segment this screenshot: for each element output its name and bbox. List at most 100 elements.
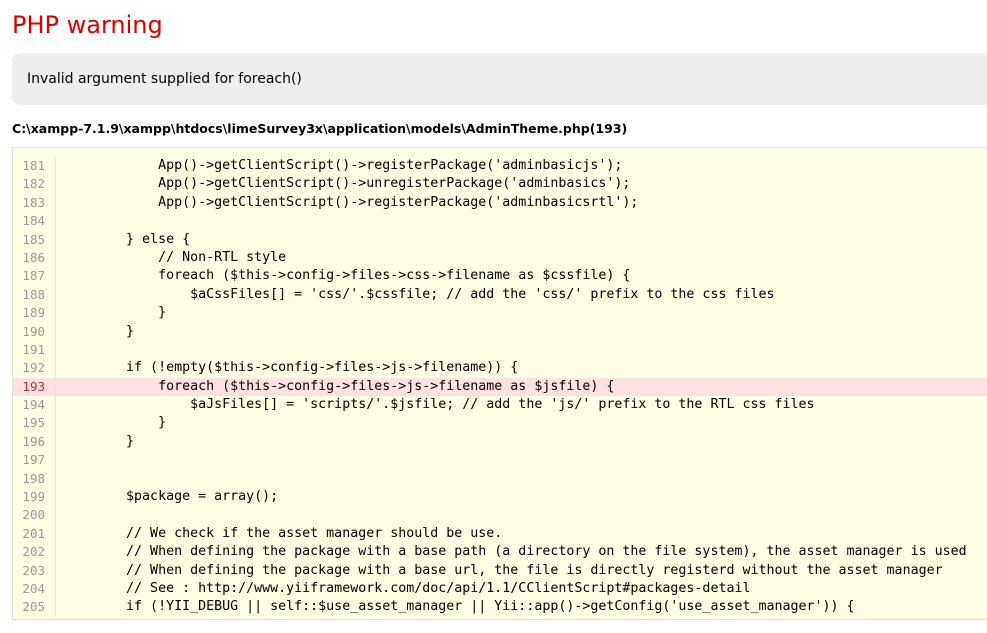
line-number: 201 (22, 525, 45, 541)
line-number: 182 (22, 176, 45, 192)
gutter-separator (55, 561, 56, 580)
line-number: 186 (22, 249, 45, 265)
line-code: $aJsFiles[] = 'scripts/'.$jsfile; // add… (62, 397, 815, 413)
line-code: // Non-RTL style (62, 249, 287, 265)
line-code: } (62, 433, 135, 449)
php-warning-page: PHP warning Invalid argument supplied fo… (0, 0, 987, 633)
line-code: App()->getClientScript()->registerPackag… (62, 194, 639, 210)
code-line: 199 $package = array(); (13, 488, 987, 507)
line-number: 196 (22, 433, 45, 449)
code-line: 198 (13, 469, 987, 489)
line-code: App()->getClientScript()->registerPackag… (62, 158, 623, 173)
code-line: 186 // Non-RTL style (13, 248, 987, 268)
line-code: foreach ($this->config->files->css->file… (62, 268, 631, 284)
line-number: 193 (22, 378, 45, 394)
line-code: // When defining the package with a base… (62, 544, 967, 560)
gutter-separator (55, 230, 56, 249)
code-line: 192 if (!empty($this->config->files->js-… (13, 359, 987, 378)
gutter-separator (55, 506, 56, 525)
gutter-separator (55, 359, 56, 378)
code-line: 202 // When defining the package with a … (13, 543, 987, 562)
line-number: 198 (22, 470, 45, 486)
line-number: 189 (22, 305, 45, 321)
code-line: 184 (13, 212, 987, 231)
line-code: } (62, 305, 167, 321)
gutter-separator (55, 488, 56, 507)
gutter-separator (55, 414, 56, 433)
line-code: } (62, 323, 135, 339)
gutter-separator (55, 212, 56, 231)
line-number: 194 (22, 397, 45, 413)
code-line: 200 (13, 506, 987, 525)
line-code: // See : http://www.yiiframework.com/doc… (62, 580, 751, 596)
code-line: 191 (13, 340, 987, 360)
source-code-panel: 181 App()->getClientScript()->registerPa… (12, 147, 987, 620)
code-line: 194 $aJsFiles[] = 'scripts/'.$jsfile; //… (13, 396, 987, 415)
gutter-separator (55, 377, 56, 397)
code-line: 201 // We check if the asset manager sho… (13, 524, 987, 544)
line-number: 200 (22, 507, 45, 523)
gutter-separator (55, 469, 56, 489)
line-number: 197 (22, 452, 45, 468)
line-number: 195 (22, 415, 45, 431)
line-number: 199 (22, 489, 45, 505)
gutter-separator (55, 579, 56, 599)
line-number: 190 (22, 323, 45, 339)
code-line: 196 } (13, 432, 987, 452)
gutter-separator (55, 524, 56, 544)
code-line: 197 (13, 451, 987, 470)
code-line: 189 } (13, 304, 987, 323)
line-number: 205 (22, 599, 45, 615)
line-code: // When defining the package with a base… (62, 562, 943, 578)
line-number: 183 (22, 194, 45, 210)
line-number: 185 (22, 231, 45, 247)
warning-message: Invalid argument supplied for foreach() (27, 71, 302, 87)
line-code: } else { (62, 231, 191, 247)
line-number: 188 (22, 286, 45, 302)
source-code-lines: 181 App()->getClientScript()->registerPa… (13, 157, 987, 617)
line-number: 192 (22, 360, 45, 376)
code-line: 185 } else { (13, 230, 987, 249)
error-code-line: 193 foreach ($this->config->files->js->f… (13, 377, 987, 397)
line-number: 202 (22, 544, 45, 560)
code-line: 187 foreach ($this->config->files->css->… (13, 267, 987, 286)
code-line: 181 App()->getClientScript()->registerPa… (13, 157, 987, 176)
line-code: if (!empty($this->config->files->js->fil… (62, 360, 519, 376)
code-line: 183 App()->getClientScript()->registerPa… (13, 193, 987, 213)
line-number: 181 (22, 158, 45, 173)
line-code: $package = array(); (62, 489, 279, 505)
line-number: 204 (22, 580, 45, 596)
code-line: 204 // See : http://www.yiiframework.com… (13, 579, 987, 599)
code-line: 203 // When defining the package with a … (13, 561, 987, 580)
gutter-separator (55, 304, 56, 323)
line-number: 203 (22, 562, 45, 578)
gutter-separator (55, 543, 56, 562)
file-location: C:\xampp-7.1.9\xampp\htdocs\limeSurvey3x… (12, 121, 628, 136)
code-line: 195 } (13, 414, 987, 433)
gutter-separator (55, 340, 56, 360)
gutter-separator (55, 193, 56, 213)
code-line: 188 $aCssFiles[] = 'css/'.$cssfile; // a… (13, 285, 987, 305)
code-line: 182 App()->getClientScript()->unregister… (13, 175, 987, 194)
gutter-separator (55, 451, 56, 470)
line-code: } (62, 415, 167, 431)
line-number: 191 (22, 341, 45, 357)
gutter-separator (55, 322, 56, 341)
gutter-separator (55, 396, 56, 415)
line-code: if (!YII_DEBUG || self::$use_asset_manag… (62, 599, 855, 615)
gutter-separator (55, 285, 56, 305)
code-line: 190 } (13, 322, 987, 341)
line-code: foreach ($this->config->files->js->filen… (62, 378, 615, 394)
line-code: App()->getClientScript()->unregisterPack… (62, 176, 631, 192)
line-code: $aCssFiles[] = 'css/'.$cssfile; // add t… (62, 286, 775, 302)
code-line: 205 if (!YII_DEBUG || self::$use_asset_m… (13, 598, 987, 617)
gutter-separator (55, 267, 56, 286)
gutter-separator (55, 248, 56, 268)
gutter-separator (55, 598, 56, 617)
gutter-separator (55, 175, 56, 194)
warning-message-box: Invalid argument supplied for foreach() (12, 53, 987, 105)
gutter-separator (55, 432, 56, 452)
page-title: PHP warning (12, 11, 163, 39)
line-number: 184 (22, 213, 45, 229)
line-number: 187 (22, 268, 45, 284)
